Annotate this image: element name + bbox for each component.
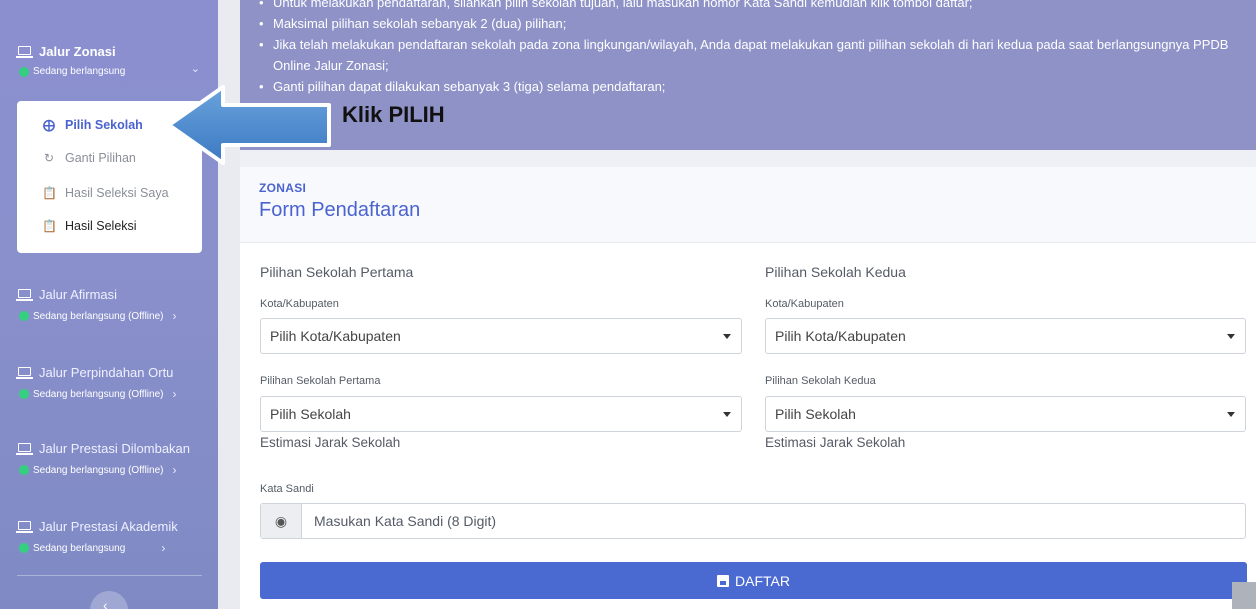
rule-item: Jika telah melakukan pendaftaran sekolah… xyxy=(255,34,1250,76)
sidebar-item-title: Jalur Zonasi xyxy=(0,44,218,59)
status-dot-icon xyxy=(19,311,29,321)
submenu-item-label: Pilih Sekolah xyxy=(65,118,143,132)
submenu-item-label: Ganti Pilihan xyxy=(65,151,136,165)
status-text: Sedang berlangsung (Offline) xyxy=(33,310,164,322)
sidebar-item-title: Jalur Perpindahan Ortu xyxy=(0,365,218,380)
daftar-button[interactable]: DAFTAR xyxy=(260,562,1247,599)
card-section-label: ZONASI xyxy=(259,181,307,195)
sidebar-item-jalur-perpindahan-ortu[interactable]: Jalur Perpindahan Ortu Sedang berlangsun… xyxy=(0,365,218,401)
status-line: Sedang berlangsung (Offline) › xyxy=(0,463,218,477)
annotation-callout: Klik PILIH xyxy=(342,102,445,127)
first-city-select[interactable]: Pilih Kota/Kabupaten xyxy=(260,318,742,354)
submenu-item-label: Hasil Seleksi xyxy=(65,219,137,233)
status-dot-icon xyxy=(19,66,29,77)
caret-down-icon xyxy=(723,334,731,339)
eye-icon[interactable]: ◉ xyxy=(261,504,302,538)
sidebar-item-title: Jalur Afirmasi xyxy=(0,287,218,302)
sidebar-item-label: Jalur Afirmasi xyxy=(39,287,118,302)
chevron-down-icon[interactable]: ⌄ xyxy=(191,62,200,75)
pointer-arrow-icon xyxy=(167,85,331,165)
save-icon xyxy=(717,574,730,587)
caret-down-icon xyxy=(1227,334,1235,339)
status-dot-icon xyxy=(19,465,29,475)
rule-item: Untuk melakukan pendaftaran, silahkan pi… xyxy=(255,0,1250,13)
rule-item: Maksimal pilihan sekolah sebanyak 2 (dua… xyxy=(255,13,1250,34)
second-city-select[interactable]: Pilih Kota/Kabupaten xyxy=(765,318,1246,354)
daftar-button-label: DAFTAR xyxy=(735,572,790,589)
second-distance-label: Estimasi Jarak Sekolah xyxy=(765,435,906,450)
sidebar-divider xyxy=(17,575,202,576)
status-dot-icon xyxy=(19,543,29,553)
sidebar-item-label: Jalur Prestasi Dilombakan xyxy=(39,441,191,456)
scrollbar-thumb[interactable] xyxy=(1232,582,1256,609)
chevron-right-icon: › xyxy=(172,387,177,401)
first-distance-label: Estimasi Jarak Sekolah xyxy=(260,435,401,450)
sidebar-item-title: Jalur Prestasi Dilombakan xyxy=(0,441,218,456)
laptop-icon xyxy=(16,442,33,455)
chevron-right-icon: › xyxy=(161,541,166,555)
select-value: Pilih Sekolah xyxy=(270,406,351,422)
status-dot-icon xyxy=(19,389,29,399)
status-line: Sedang berlangsung (Offline) › xyxy=(0,309,218,323)
sidebar-item-jalur-zonasi[interactable]: Jalur Zonasi Sedang berlangsung ⌄ xyxy=(0,44,218,77)
submenu-item-hasil-seleksi-saya[interactable]: 📋 Hasil Seleksi Saya xyxy=(17,186,202,200)
sidebar-item-label: Jalur Prestasi Akademik xyxy=(39,519,178,534)
registration-card: ZONASI Form Pendaftaran xyxy=(240,167,1256,609)
second-choice-heading: Pilihan Sekolah Kedua xyxy=(765,264,906,280)
sidebar-item-jalur-afirmasi[interactable]: Jalur Afirmasi Sedang berlangsung (Offli… xyxy=(0,287,218,323)
first-city-label: Kota/Kabupaten xyxy=(260,298,339,310)
status-line: Sedang berlangsung xyxy=(0,66,218,77)
sidebar-collapse-button[interactable]: ‹ xyxy=(90,591,128,609)
sidebar-item-title: Jalur Prestasi Akademik xyxy=(0,519,218,534)
clipboard-icon: 📋 xyxy=(42,219,57,233)
status-line: Sedang berlangsung › xyxy=(0,541,218,555)
rule-item: Ganti pilihan dapat dilakukan sebanyak 3… xyxy=(255,76,1250,97)
submenu-item-hasil-seleksi[interactable]: 📋 Hasil Seleksi xyxy=(17,219,202,233)
first-school-label: Pilihan Sekolah Pertama xyxy=(260,375,381,387)
submenu-item-label: Hasil Seleksi Saya xyxy=(65,186,169,200)
password-field: ◉ xyxy=(260,503,1246,539)
laptop-icon xyxy=(16,288,33,301)
first-choice-heading: Pilihan Sekolah Pertama xyxy=(260,264,414,280)
chevron-left-icon: ‹ xyxy=(103,597,108,609)
laptop-icon xyxy=(16,366,33,379)
crosshair-icon: ⨁ xyxy=(43,118,55,132)
chevron-right-icon: › xyxy=(172,463,177,477)
sidebar-item-label: Jalur Perpindahan Ortu xyxy=(39,365,174,380)
caret-down-icon xyxy=(723,412,731,417)
caret-down-icon xyxy=(1227,412,1235,417)
status-text: Sedang berlangsung (Offline) xyxy=(33,464,164,476)
card-title: Form Pendaftaran xyxy=(259,199,421,221)
clipboard-icon: 📋 xyxy=(42,186,57,200)
rules-list: Untuk melakukan pendaftaran, silahkan pi… xyxy=(255,0,1250,97)
refresh-icon: ↻ xyxy=(43,151,55,165)
select-value: Pilih Kota/Kabupaten xyxy=(270,328,401,344)
card-header: ZONASI Form Pendaftaran xyxy=(240,167,1256,243)
second-city-label: Kota/Kabupaten xyxy=(765,298,844,310)
chevron-right-icon: › xyxy=(172,309,177,323)
password-label: Kata Sandi xyxy=(260,483,314,495)
password-input[interactable] xyxy=(302,504,1245,538)
status-line: Sedang berlangsung (Offline) › xyxy=(0,387,218,401)
second-school-select[interactable]: Pilih Sekolah xyxy=(765,396,1246,432)
status-text: Sedang berlangsung xyxy=(33,66,126,77)
sidebar-item-jalur-prestasi-dilombakan[interactable]: Jalur Prestasi Dilombakan Sedang berlang… xyxy=(0,441,218,477)
laptop-icon xyxy=(16,520,33,533)
status-text: Sedang berlangsung xyxy=(33,542,126,554)
sidebar-item-jalur-prestasi-akademik[interactable]: Jalur Prestasi Akademik Sedang berlangsu… xyxy=(0,519,218,555)
select-value: Pilih Kota/Kabupaten xyxy=(775,328,906,344)
select-value: Pilih Sekolah xyxy=(775,406,856,422)
sidebar-item-label: Jalur Zonasi xyxy=(39,44,116,59)
second-school-label: Pilihan Sekolah Kedua xyxy=(765,375,876,387)
first-school-select[interactable]: Pilih Sekolah xyxy=(260,396,742,432)
status-text: Sedang berlangsung (Offline) xyxy=(33,388,164,400)
laptop-icon xyxy=(16,45,33,58)
